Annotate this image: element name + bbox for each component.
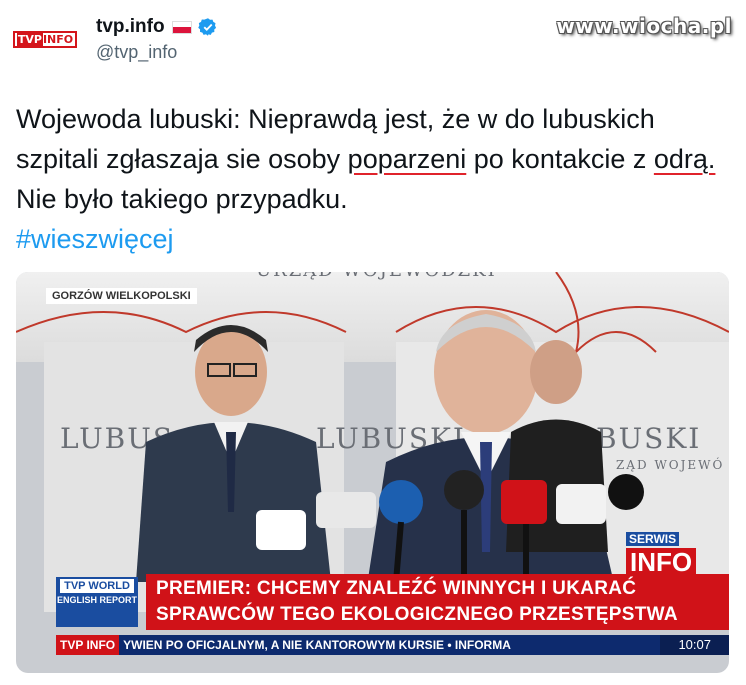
microphones bbox=[256, 470, 644, 582]
tvp-info-logo: TVPINFO bbox=[12, 30, 78, 48]
tweet-header: TVPINFO tvp.info @tvp_info bbox=[12, 14, 218, 64]
serwis-info-logo: SERWIS INFO bbox=[626, 530, 697, 576]
serwis-top: SERWIS bbox=[626, 532, 680, 546]
verified-badge-icon bbox=[197, 18, 216, 36]
news-crawl: YWIEN PO OFICJALNYM, A NIE KANTOROWYM KU… bbox=[119, 635, 661, 655]
hashtag-link[interactable]: #wieszwięcej bbox=[16, 224, 174, 254]
handle[interactable]: @tvp_info bbox=[96, 42, 218, 63]
watermark: www.wiocha.pl bbox=[556, 14, 732, 38]
underlined-word: odrą. bbox=[653, 144, 716, 174]
banner-top: URZĄD WOJEWÓDZKI bbox=[256, 272, 497, 281]
video-thumbnail[interactable]: GORZÓW WIELKOPOLSKI URZĄD WOJEWÓDZKI LUB… bbox=[16, 272, 729, 673]
tweet-text-part: Nie było takiego przypadku. bbox=[16, 184, 348, 214]
tvp-world-logo: TVP WORLD ENGLISH REPORT bbox=[56, 577, 138, 627]
poland-flag-icon bbox=[171, 20, 192, 34]
location-tag: GORZÓW WIELKOPOLSKI bbox=[46, 288, 197, 304]
ticker-bar: TVP INFO YWIEN PO OFICJALNYM, A NIE KANT… bbox=[56, 635, 729, 655]
clock: 10:07 bbox=[660, 635, 729, 655]
tweet-text-part: po kontakcie z bbox=[466, 144, 654, 174]
tweet-text: Wojewoda lubuski: Nieprawdą jest, że w d… bbox=[16, 99, 731, 259]
world-logo-top: TVP WORLD bbox=[60, 579, 134, 593]
avatar[interactable]: TVPINFO bbox=[12, 14, 78, 64]
underlined-word: poparzeni bbox=[347, 144, 467, 174]
serwis-bottom: INFO bbox=[626, 548, 697, 576]
channel-logo: TVP INFO bbox=[56, 635, 120, 655]
world-logo-sub: ENGLISH REPORT bbox=[56, 595, 137, 605]
author-info: tvp.info @tvp_info bbox=[96, 16, 218, 63]
display-name[interactable]: tvp.info bbox=[96, 16, 165, 38]
news-headline: PREMIER: CHCEMY ZNALEŹĆ WINNYCH I UKARAĆ… bbox=[146, 574, 729, 630]
